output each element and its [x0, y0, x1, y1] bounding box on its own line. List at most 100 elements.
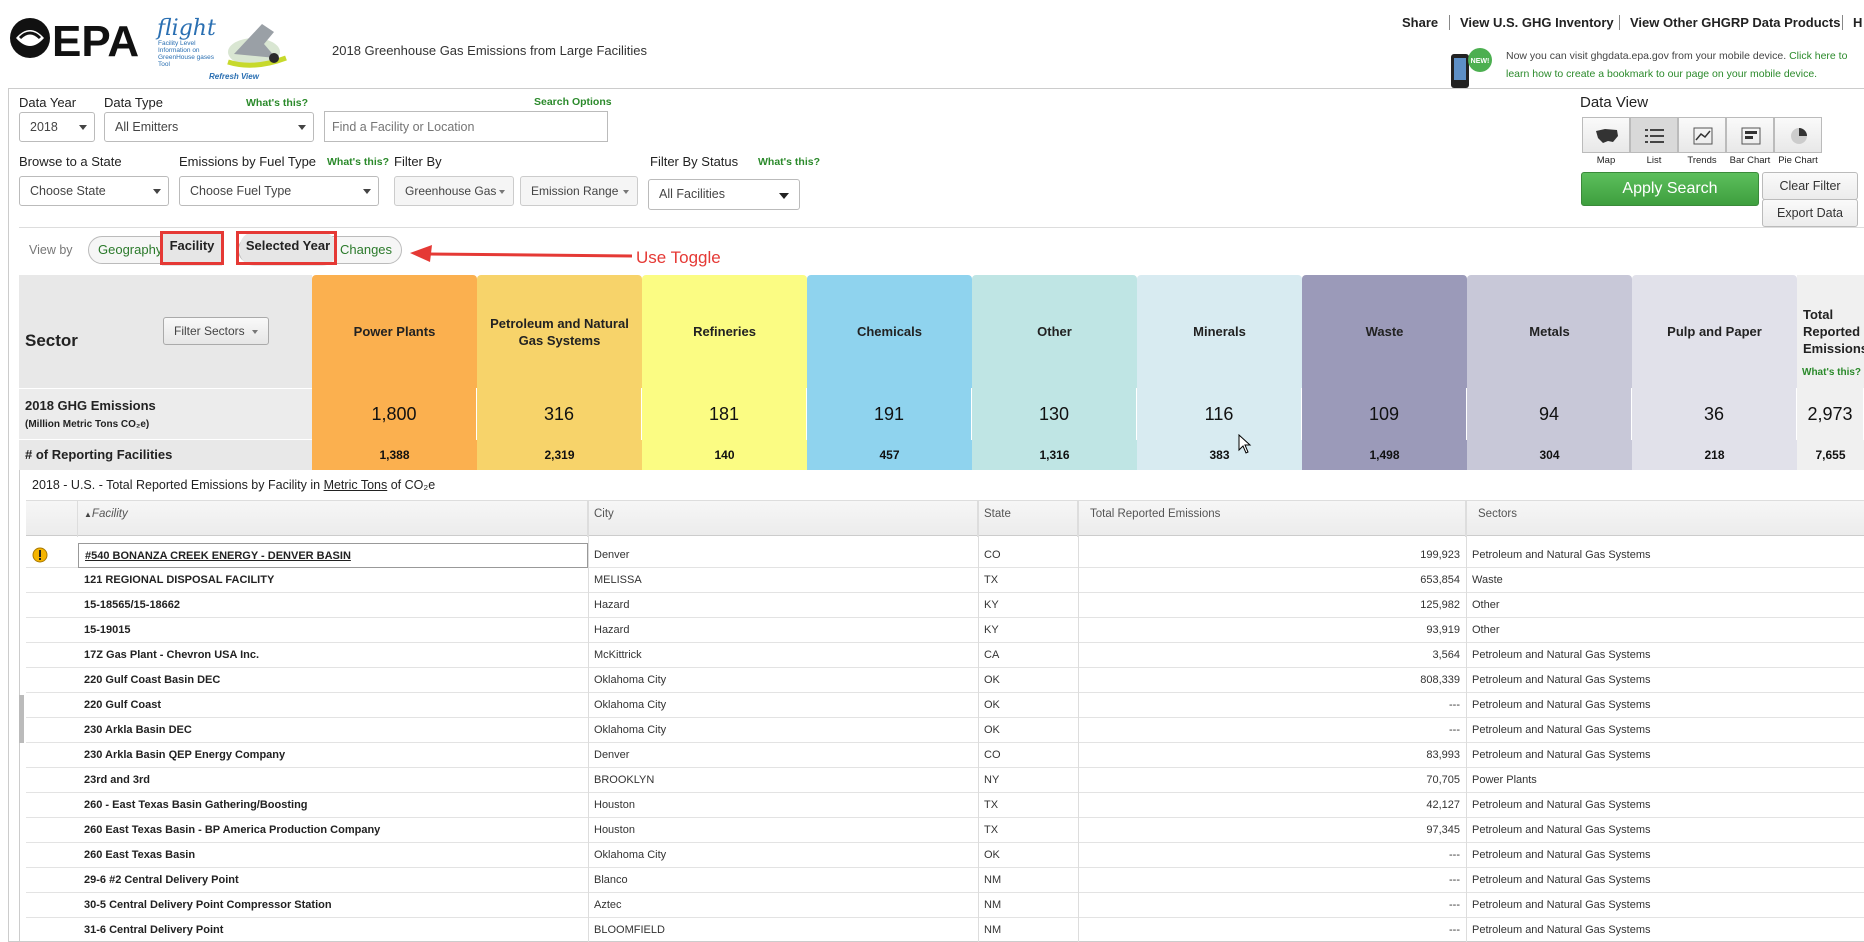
sector-column[interactable]: Pulp and Paper 36 218: [1632, 275, 1797, 470]
facility-name[interactable]: 15-19015: [78, 618, 588, 643]
status-help-link[interactable]: What's this?: [758, 156, 820, 168]
table-row[interactable]: 29-6 #2 Central Delivery Point Blanco NM --…: [26, 868, 1864, 893]
sector-emissions-value: 130: [972, 388, 1137, 440]
warning-column-header: [26, 501, 78, 537]
state-select[interactable]: Choose State: [19, 176, 169, 206]
fuel-type-value: Choose Fuel Type: [190, 184, 292, 198]
sector-name: Chemicals: [856, 324, 923, 339]
facility-sectors: Petroleum and Natural Gas Systems: [1472, 924, 1651, 936]
map-view-button[interactable]: [1582, 117, 1630, 153]
facility-name[interactable]: 260 East Texas Basin - BP America Produc…: [78, 818, 588, 843]
sector-column[interactable]: Waste 109 1,498: [1302, 275, 1467, 470]
emissions-column-header[interactable]: Total Reported Emissions: [1078, 501, 1466, 537]
ghg-inventory-link[interactable]: View U.S. GHG Inventory: [1460, 15, 1614, 30]
table-row[interactable]: 31-6 Central Delivery Point BLOOMFIELD NM -…: [26, 918, 1864, 942]
table-row[interactable]: 260 East Texas Basin Oklahoma City OK --- Pe…: [26, 843, 1864, 868]
table-row[interactable]: 260 - East Texas Basin Gathering/Boostin…: [26, 793, 1864, 818]
facility-state: OK: [984, 674, 1000, 686]
table-row[interactable]: 230 Arkla Basin QEP Energy Company Denver…: [26, 743, 1864, 768]
facility-name[interactable]: 260 East Texas Basin: [78, 843, 588, 868]
sectors-column-header[interactable]: Sectors: [1466, 501, 1864, 537]
facility-city: Houston: [594, 824, 635, 836]
facility-name[interactable]: 121 REGIONAL DISPOSAL FACILITY: [78, 568, 588, 593]
bar-chart-view-button[interactable]: [1726, 117, 1774, 153]
pie-chart-view-button[interactable]: [1774, 117, 1822, 153]
column-divider: [588, 500, 589, 942]
warning-icon[interactable]: [26, 543, 78, 568]
table-row[interactable]: 15-18565/15-18662 Hazard KY 125,982 Other: [26, 593, 1864, 618]
table-row[interactable]: 30-5 Central Delivery Point Compressor S…: [26, 893, 1864, 918]
facility-name[interactable]: 23rd and 3rd: [78, 768, 588, 793]
share-link[interactable]: Share: [1402, 15, 1438, 30]
greenhouse-gas-dropdown[interactable]: Greenhouse Gas: [394, 176, 514, 206]
facility-state: CO: [984, 749, 1001, 761]
apply-search-button[interactable]: Apply Search: [1581, 172, 1759, 206]
ghgrp-data-products-link[interactable]: View Other GHGRP Data Products: [1630, 15, 1840, 30]
facility-name[interactable]: 230 Arkla Basin DEC: [78, 718, 588, 743]
facility-name[interactable]: #540 BONANZA CREEK ENERGY - DENVER BASIN: [78, 543, 588, 568]
scrollbar-thumb[interactable]: [19, 695, 24, 743]
facility-state: NY: [984, 774, 1000, 786]
facility-name[interactable]: 220 Gulf Coast: [78, 693, 588, 718]
facility-name[interactable]: 29-6 #2 Central Delivery Point: [78, 868, 588, 893]
fuel-type-help-link[interactable]: What's this?: [327, 156, 389, 168]
facility-name[interactable]: 220 Gulf Coast Basin DEC: [78, 668, 588, 693]
table-row[interactable]: 230 Arkla Basin DEC Oklahoma City OK --- Pet…: [26, 718, 1864, 743]
table-row[interactable]: 15-19015 Hazard KY 93,919 Other: [26, 618, 1864, 643]
facility-column-label: Facility: [91, 508, 128, 520]
fuel-type-select[interactable]: Choose Fuel Type: [179, 176, 379, 206]
total-help-link[interactable]: What's this?: [1802, 367, 1861, 378]
sector-column[interactable]: Petroleum and Natural Gas Systems 316 2,31…: [477, 275, 642, 470]
facility-city: BROOKLYN: [594, 774, 655, 786]
facility-name[interactable]: 31-6 Central Delivery Point: [78, 918, 588, 942]
sector-column[interactable]: Total Reported Emissions 2,973 7,655 What's…: [1797, 275, 1864, 470]
export-data-button[interactable]: Export Data: [1762, 199, 1858, 227]
facility-name[interactable]: 15-18565/15-18662: [78, 593, 588, 618]
status-select[interactable]: All Facilities: [648, 179, 800, 210]
sector-column[interactable]: Chemicals 191 457: [807, 275, 972, 470]
sector-column[interactable]: Minerals 116 383: [1137, 275, 1302, 470]
help-link[interactable]: H: [1853, 15, 1862, 30]
table-row[interactable]: 23rd and 3rd BROOKLYN NY 70,705 Power Plants: [26, 768, 1864, 793]
sector-facility-count: 1,498: [1369, 448, 1400, 462]
table-row[interactable]: 220 Gulf Coast Basin DEC Oklahoma City OK 8…: [26, 668, 1864, 693]
state-column-header[interactable]: State: [978, 501, 1078, 537]
column-divider: [1078, 500, 1079, 942]
changes-toggle-option[interactable]: Changes: [340, 237, 392, 263]
list-view-button[interactable]: [1630, 117, 1678, 153]
refresh-view-link[interactable]: Refresh View: [209, 72, 259, 81]
mobile-bookmark-link[interactable]: learn how to create a bookmark to our pa…: [1506, 68, 1817, 80]
facility-column-header[interactable]: ▲Facility: [78, 501, 588, 537]
data-type-help-link[interactable]: What's this?: [246, 97, 308, 109]
clear-filter-button[interactable]: Clear Filter: [1762, 172, 1858, 200]
sector-emissions-value: 94: [1467, 388, 1632, 440]
search-options-link[interactable]: Search Options: [534, 96, 612, 108]
facility-name[interactable]: 30-5 Central Delivery Point Compressor S…: [78, 893, 588, 918]
facility-emissions: 42,127: [1426, 799, 1460, 811]
facility-name[interactable]: 260 - East Texas Basin Gathering/Boostin…: [78, 793, 588, 818]
filter-sectors-button[interactable]: Filter Sectors: [163, 317, 269, 345]
divider: [19, 227, 1864, 228]
facility-name[interactable]: 17Z Gas Plant - Chevron USA Inc.: [78, 643, 588, 668]
sector-column[interactable]: Other 130 1,316: [972, 275, 1137, 470]
trends-view-button[interactable]: [1678, 117, 1726, 153]
emission-range-dropdown[interactable]: Emission Range: [520, 176, 638, 206]
us-map-icon: [1596, 129, 1618, 143]
table-row[interactable]: #540 BONANZA CREEK ENERGY - DENVER BASIN…: [26, 543, 1864, 568]
table-row[interactable]: 220 Gulf Coast Oklahoma City OK --- Petroleu…: [26, 693, 1864, 718]
epa-logo[interactable]: EPA: [8, 12, 148, 64]
table-row[interactable]: 121 REGIONAL DISPOSAL FACILITY MELISSA TX 6…: [26, 568, 1864, 593]
sector-column[interactable]: Power Plants 1,800 1,388: [312, 275, 477, 470]
table-row[interactable]: 260 East Texas Basin - BP America Produc…: [26, 818, 1864, 843]
data-type-select[interactable]: All Emitters: [104, 112, 314, 142]
facility-name[interactable]: 230 Arkla Basin QEP Energy Company: [78, 743, 588, 768]
mobile-click-here-link[interactable]: Click here to: [1789, 50, 1847, 62]
facility-search-input[interactable]: [324, 111, 608, 142]
city-column-header[interactable]: City: [588, 501, 978, 537]
table-row[interactable]: 17Z Gas Plant - Chevron USA Inc. McKittri…: [26, 643, 1864, 668]
sector-column[interactable]: Refineries 181 140: [642, 275, 807, 470]
geography-toggle-option[interactable]: Geography: [98, 237, 162, 263]
sector-column[interactable]: Metals 94 304: [1467, 275, 1632, 470]
metric-tons-link[interactable]: Metric Tons: [324, 478, 388, 492]
data-year-select[interactable]: 2018: [19, 112, 95, 142]
